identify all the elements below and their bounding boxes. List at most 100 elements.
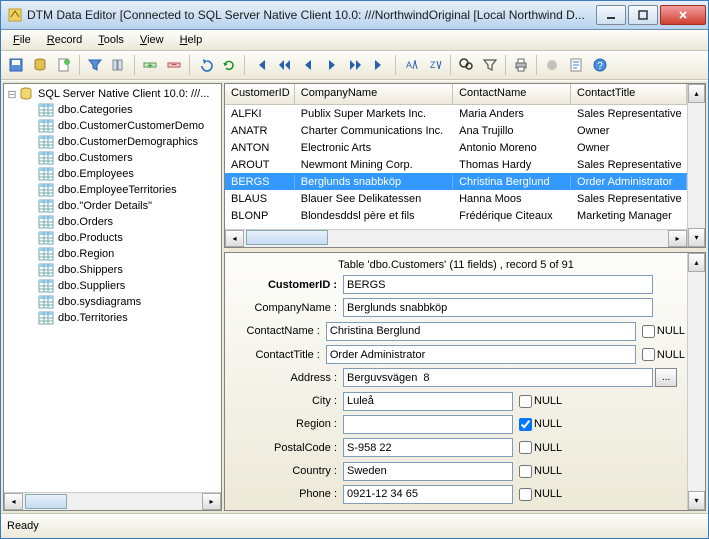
field-input[interactable] (343, 438, 513, 457)
filter2-icon[interactable] (479, 54, 501, 76)
tree-item[interactable]: dbo.EmployeeTerritories (6, 182, 219, 198)
add-row-icon[interactable]: + (139, 54, 161, 76)
tree-item[interactable]: dbo."Order Details" (6, 198, 219, 214)
table-row[interactable]: ANTONElectronic ArtsAntonio MorenoOwner (225, 139, 687, 156)
grid-hscrollbar[interactable]: ◂ ▸ (225, 229, 687, 247)
refresh-icon[interactable] (218, 54, 240, 76)
null-checkbox[interactable]: NULL (519, 395, 562, 408)
delete-row-icon[interactable]: − (163, 54, 185, 76)
table-row[interactable]: BLONPBlondesddsl père et filsFrédérique … (225, 207, 687, 224)
menu-tools[interactable]: Tools (90, 32, 132, 48)
find-icon[interactable] (455, 54, 477, 76)
field-input[interactable] (343, 298, 653, 317)
grid-vscrollbar[interactable]: ▴ ▾ (687, 84, 705, 247)
scroll-right-icon[interactable]: ▸ (202, 493, 221, 510)
table-row[interactable]: ANATRCharter Communications Inc.Ana Truj… (225, 122, 687, 139)
null-checkbox[interactable]: NULL (642, 325, 685, 338)
tree-root[interactable]: ⊟SQL Server Native Client 10.0: ///... (6, 86, 219, 102)
tree-item[interactable]: dbo.Products (6, 230, 219, 246)
menu-record[interactable]: Record (39, 32, 90, 48)
tree-item[interactable]: dbo.CustomerDemographics (6, 134, 219, 150)
next-page-icon[interactable] (345, 54, 367, 76)
field-input[interactable] (343, 415, 513, 434)
field-input[interactable] (343, 462, 513, 481)
field-input[interactable] (326, 345, 636, 364)
tree-item[interactable]: dbo.Customers (6, 150, 219, 166)
script-icon[interactable] (565, 54, 587, 76)
ellipsis-button[interactable]: ... (655, 368, 677, 387)
table-row[interactable]: BLAUSBlauer See DelikatessenHanna MoosSa… (225, 190, 687, 207)
scroll-thumb[interactable] (246, 230, 328, 245)
column-header[interactable]: ContactTitle (571, 84, 687, 104)
scroll-right-icon[interactable]: ▸ (668, 230, 687, 247)
field-input[interactable] (326, 322, 636, 341)
tree-item[interactable]: dbo.sysdiagrams (6, 294, 219, 310)
field-label: Phone : (227, 488, 343, 500)
prev-icon[interactable] (297, 54, 319, 76)
grid-body[interactable]: ALFKIPublix Super Markets Inc.Maria Ande… (225, 105, 687, 229)
titlebar[interactable]: DTM Data Editor [Connected to SQL Server… (1, 1, 708, 30)
tree-hscrollbar[interactable]: ◂ ▸ (4, 492, 221, 510)
null-checkbox[interactable]: NULL (519, 441, 562, 454)
menu-file[interactable]: File (5, 32, 39, 48)
field-label: Region : (227, 418, 343, 430)
tree-item[interactable]: dbo.Suppliers (6, 278, 219, 294)
null-checkbox[interactable]: NULL (642, 348, 685, 361)
form-vscrollbar[interactable]: ▴ ▾ (687, 253, 705, 510)
table-icon (38, 102, 54, 118)
menu-view[interactable]: View (132, 32, 172, 48)
scroll-left-icon[interactable]: ◂ (225, 230, 244, 247)
tree-item[interactable]: dbo.Categories (6, 102, 219, 118)
column-header[interactable]: CompanyName (295, 84, 453, 104)
sort-asc-icon[interactable]: A (400, 54, 422, 76)
field-label: ContactName : (227, 325, 326, 337)
tree-item[interactable]: dbo.Orders (6, 214, 219, 230)
tree-item[interactable]: dbo.Territories (6, 310, 219, 326)
tree-item[interactable]: dbo.Shippers (6, 262, 219, 278)
scroll-down-icon[interactable]: ▾ (688, 491, 705, 510)
scroll-down-icon[interactable]: ▾ (688, 228, 705, 247)
prev-page-icon[interactable] (273, 54, 295, 76)
last-icon[interactable] (369, 54, 391, 76)
field-input[interactable] (343, 275, 653, 294)
form-row: Country :NULL (227, 459, 685, 482)
save-icon[interactable] (5, 54, 27, 76)
close-button[interactable] (660, 5, 706, 25)
first-icon[interactable] (249, 54, 271, 76)
null-checkbox[interactable]: NULL (519, 488, 562, 501)
scroll-up-icon[interactable]: ▴ (688, 253, 705, 272)
menu-help[interactable]: Help (172, 32, 211, 48)
print-icon[interactable] (510, 54, 532, 76)
column-header[interactable]: CustomerID (225, 84, 295, 104)
menubar: FileRecordToolsViewHelp (1, 30, 708, 51)
database-icon[interactable] (29, 54, 51, 76)
tree-item[interactable]: dbo.Region (6, 246, 219, 262)
scroll-thumb[interactable] (25, 494, 67, 509)
null-checkbox[interactable]: NULL (519, 418, 562, 431)
table-row[interactable]: ALFKIPublix Super Markets Inc.Maria Ande… (225, 105, 687, 122)
field-input[interactable] (343, 485, 513, 504)
undo-icon[interactable] (194, 54, 216, 76)
null-checkbox[interactable]: NULL (519, 465, 562, 478)
form-row: ContactName : NULL (227, 320, 685, 343)
sort-desc-icon[interactable]: Z (424, 54, 446, 76)
tree-item[interactable]: dbo.Employees (6, 166, 219, 182)
new-icon[interactable] (53, 54, 75, 76)
maximize-button[interactable] (628, 5, 658, 25)
column-header[interactable]: ContactName (453, 84, 571, 104)
tree-item[interactable]: dbo.CustomerCustomerDemo (6, 118, 219, 134)
scroll-left-icon[interactable]: ◂ (4, 493, 23, 510)
filter-icon[interactable] (84, 54, 106, 76)
table-icon (38, 310, 54, 326)
next-icon[interactable] (321, 54, 343, 76)
table-row[interactable]: AROUTNewmont Mining Corp.Thomas HardySal… (225, 156, 687, 173)
minimize-button[interactable] (596, 5, 626, 25)
table-row[interactable]: BERGSBerglunds snabbköpChristina Berglun… (225, 173, 687, 190)
help-icon[interactable]: ? (589, 54, 611, 76)
record-icon[interactable] (541, 54, 563, 76)
scroll-up-icon[interactable]: ▴ (688, 84, 705, 103)
field-input[interactable] (343, 368, 653, 387)
field-input[interactable] (343, 392, 513, 411)
grid-header[interactable]: CustomerIDCompanyNameContactNameContactT… (225, 84, 687, 105)
columns-icon[interactable] (108, 54, 130, 76)
